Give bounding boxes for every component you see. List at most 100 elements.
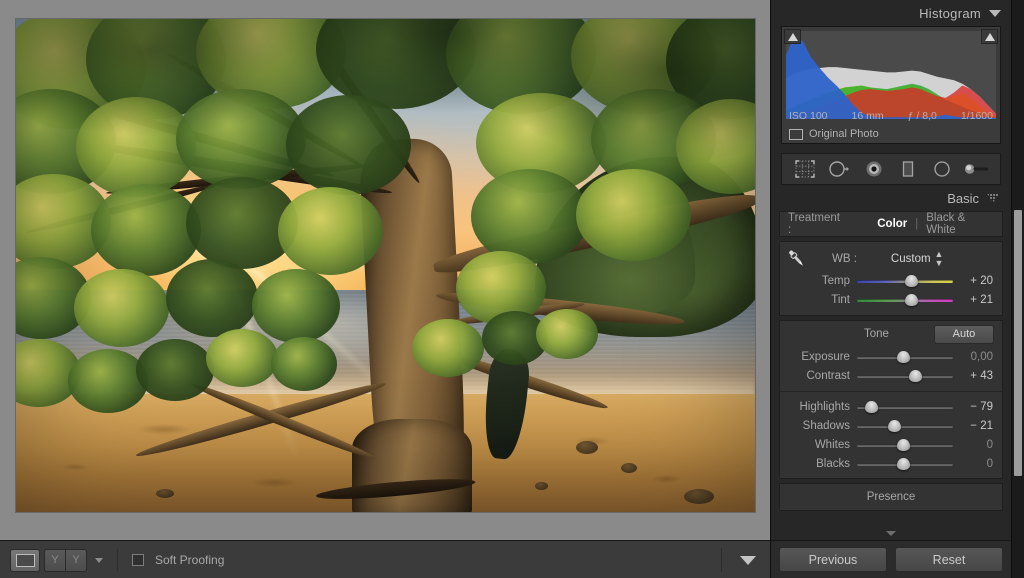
filled-circle-icon[interactable] — [861, 158, 887, 180]
lightroom-develop-window: Y Y Soft Proofing Histogram ISO 100 16 m… — [0, 0, 1024, 578]
chevron-down-icon[interactable] — [989, 9, 1001, 17]
tone-slider-row[interactable]: Blacks 0 — [780, 454, 1002, 473]
slider-value[interactable]: 0 — [950, 458, 1002, 470]
after-view-icon[interactable]: Y — [65, 548, 87, 572]
histogram-panel[interactable]: ISO 100 16 mm ƒ / 8,0 1/1600 Original Ph… — [781, 26, 1001, 144]
auto-tone-button[interactable]: Auto — [934, 324, 994, 344]
slider-value[interactable]: − 21 — [950, 420, 1002, 432]
slider-value[interactable]: + 21 — [950, 294, 1002, 306]
tone-slider-group[interactable]: Exposure 0,00 Contrast + 43 — [780, 347, 1002, 385]
tone-slider-row[interactable]: Shadows − 21 — [780, 416, 1002, 435]
slider-label: Whites — [814, 438, 850, 451]
treatment-block[interactable]: Treatment : Color | Black & White — [779, 211, 1003, 237]
slider-label: Highlights — [799, 400, 850, 413]
histogram-metadata: ISO 100 16 mm ƒ / 8,0 1/1600 — [786, 110, 996, 122]
slider-track[interactable] — [856, 424, 953, 428]
treatment-label: Treatment : — [788, 212, 840, 236]
slider-label: Shadows — [802, 419, 850, 432]
tone-slider-row[interactable]: Exposure 0,00 — [780, 347, 1002, 366]
reset-button[interactable]: Reset — [895, 547, 1003, 572]
tone-block[interactable]: Tone Auto Exposure 0,00 Contrast + 43 Highl… — [779, 320, 1003, 479]
up-down-arrows-icon[interactable]: ▲ ▼ — [935, 250, 944, 268]
slider-exposure[interactable] — [856, 350, 953, 364]
tone-slider-group-2[interactable]: Highlights − 79 Shadows − 21 Whites 0 Blacks 0 — [780, 397, 1002, 473]
histogram-panel-header[interactable]: Histogram — [771, 0, 1011, 26]
photo-leaf-cluster — [166, 259, 258, 337]
caret-down-large-icon[interactable] — [740, 555, 756, 565]
shadow-clipping-triangle-icon[interactable] — [784, 29, 801, 44]
wb-slider-row[interactable]: Temp + 20 — [780, 271, 1002, 290]
basic-title: Basic — [947, 190, 979, 206]
circle-arrow-icon[interactable] — [826, 158, 852, 180]
photo-frame[interactable] — [16, 19, 755, 512]
histogram-plot[interactable] — [786, 31, 996, 119]
loupe-view-icon[interactable] — [10, 548, 40, 572]
photo-leaf-cluster — [286, 95, 411, 195]
right-develop-panel[interactable]: Histogram ISO 100 16 mm ƒ / 8,0 1/1600 O… — [770, 0, 1011, 578]
slider-handle[interactable] — [865, 400, 879, 413]
crop-grid-icon[interactable] — [792, 158, 818, 180]
previous-button[interactable]: Previous — [779, 547, 887, 572]
ellipse-icon[interactable] — [929, 158, 955, 180]
wb-label: WB : — [832, 253, 857, 265]
tone-slider-row[interactable]: Highlights − 79 — [780, 397, 1002, 416]
presence-block[interactable]: Presence — [779, 483, 1003, 511]
slider-handle[interactable] — [904, 293, 918, 306]
slider-value[interactable]: 0 — [950, 439, 1002, 451]
photo-tree-trunk-lower — [352, 419, 472, 512]
slider-track[interactable] — [856, 374, 953, 378]
scrollbar-thumb[interactable] — [1014, 210, 1022, 476]
slider-tint[interactable] — [856, 293, 953, 307]
rectangle-icon — [789, 128, 803, 140]
original-photo-label: Original Photo — [809, 128, 879, 140]
slider-handle[interactable] — [897, 457, 911, 470]
slider-handle[interactable] — [909, 369, 923, 382]
slider-blacks[interactable] — [856, 457, 953, 471]
slider-handle[interactable] — [887, 419, 901, 432]
treatment-color-option[interactable]: Color — [877, 218, 907, 230]
panel-collapse-caret[interactable] — [771, 531, 1011, 536]
image-content-area[interactable] — [0, 0, 770, 540]
wb-value[interactable]: Custom — [891, 253, 931, 265]
soft-proofing-checkbox[interactable] — [132, 554, 144, 566]
slider-whites[interactable] — [856, 438, 953, 452]
slider-highlights[interactable] — [856, 400, 953, 414]
slider-value[interactable]: − 79 — [950, 401, 1002, 413]
tone-divider — [780, 391, 1002, 392]
slider-shadows[interactable] — [856, 419, 953, 433]
photo-leaf-cluster — [471, 169, 589, 264]
slider-contrast[interactable] — [856, 369, 953, 383]
rectangle-gradient-icon[interactable] — [895, 158, 921, 180]
caret-down-icon[interactable] — [95, 557, 103, 563]
photo-canvas[interactable] — [16, 19, 755, 512]
panel-action-buttons[interactable]: Previous Reset — [771, 540, 1011, 578]
white-balance-block[interactable]: WB : Custom ▲ ▼ Temp + 20 Tint + 21 — [779, 241, 1003, 316]
develop-toolbar[interactable]: Y Y Soft Proofing — [0, 540, 770, 578]
basic-panel-header[interactable]: Basic — [771, 185, 1011, 211]
iso-value: ISO 100 — [789, 110, 828, 122]
tone-slider-row[interactable]: Contrast + 43 — [780, 366, 1002, 385]
highlight-clipping-triangle-icon[interactable] — [981, 29, 998, 44]
dotted-triangle-icon[interactable] — [987, 193, 999, 203]
slider-value[interactable]: + 20 — [950, 275, 1002, 287]
slider-handle[interactable] — [897, 350, 911, 363]
original-photo-toggle[interactable]: Original Photo — [789, 128, 879, 140]
before-view-icon[interactable]: Y — [44, 548, 65, 572]
tone-slider-row[interactable]: Whites 0 — [780, 435, 1002, 454]
photo-leaf-cluster — [136, 339, 214, 401]
slider-value[interactable]: 0,00 — [950, 351, 1002, 363]
right-panel-scrollbar[interactable] — [1011, 0, 1024, 578]
presence-label: Presence — [866, 491, 916, 503]
slider-handle[interactable] — [897, 438, 911, 451]
brush-slider-icon[interactable] — [964, 158, 990, 180]
photo-leaf-cluster — [74, 269, 169, 347]
slider-value[interactable]: + 43 — [950, 370, 1002, 382]
wb-slider-row[interactable]: Tint + 21 — [780, 290, 1002, 309]
slider-handle[interactable] — [904, 274, 918, 287]
slider-label: Exposure — [801, 350, 850, 363]
develop-tool-strip[interactable] — [781, 153, 1001, 185]
eyedropper-icon[interactable] — [780, 246, 814, 272]
treatment-bw-option[interactable]: Black & White — [926, 212, 994, 236]
wb-slider-group[interactable]: Temp + 20 Tint + 21 — [780, 271, 1002, 309]
slider-temp[interactable] — [856, 274, 953, 288]
